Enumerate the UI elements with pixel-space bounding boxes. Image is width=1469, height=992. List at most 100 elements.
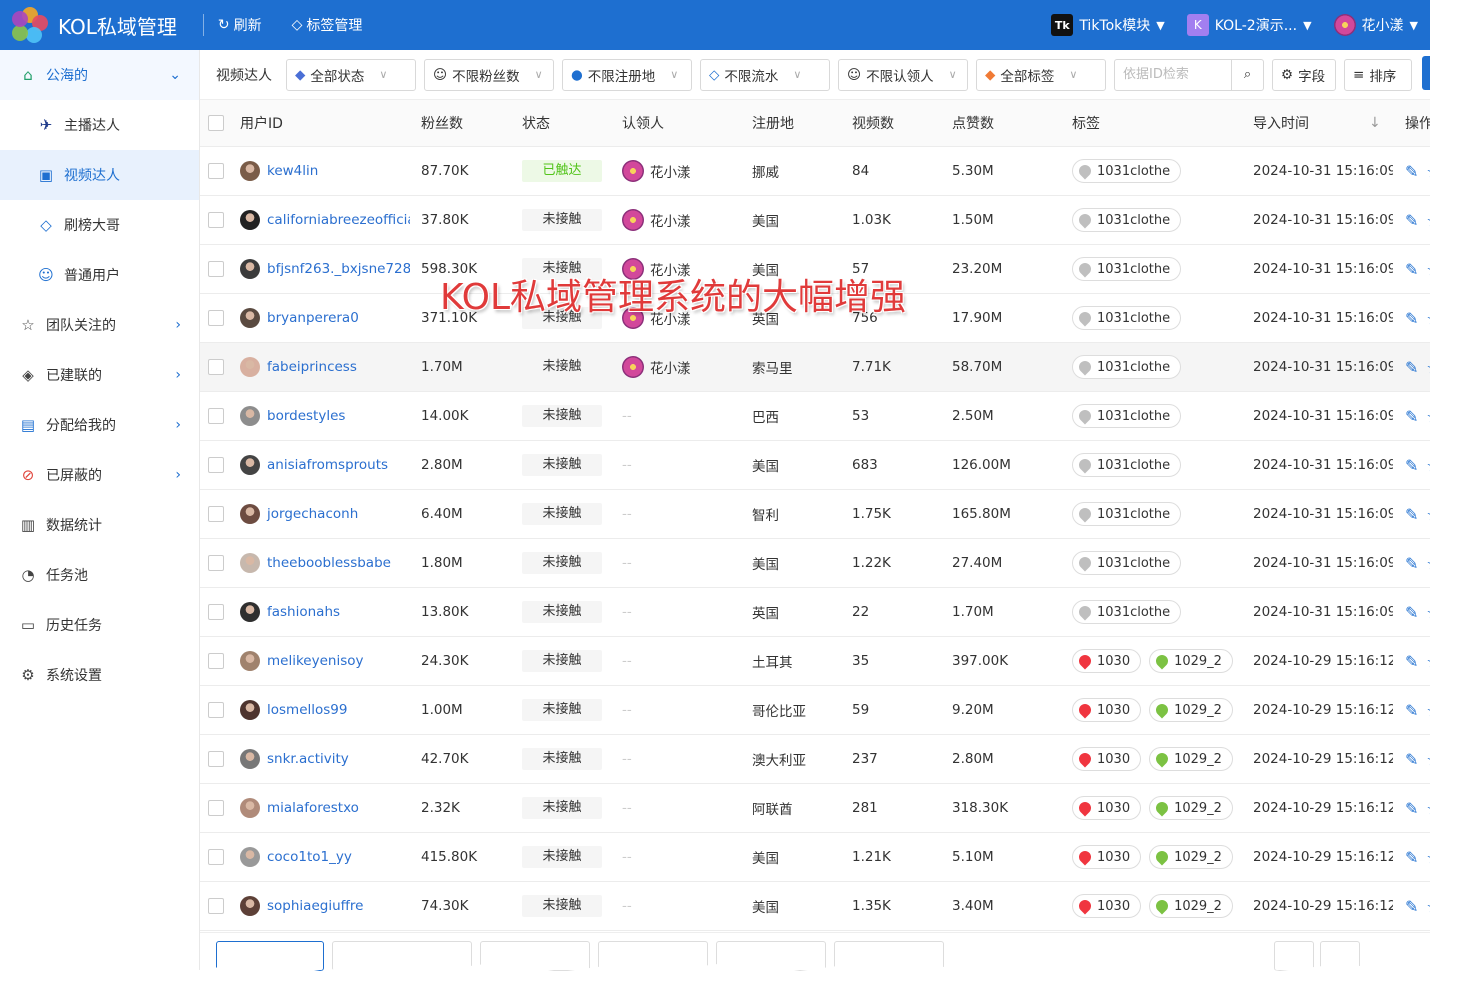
sidebar-item-blocked[interactable]: ⊘ 已屏蔽的 › — [0, 450, 199, 500]
table-row[interactable]: melikeyenisoy 24.30K 未接触 -- 土耳其 35 397.00K 1030… — [200, 637, 1441, 686]
col-tags[interactable]: 标签 — [1072, 113, 1247, 133]
tags-filter[interactable]: ◆ 全部标签 ∨ — [976, 58, 1106, 91]
col-status[interactable]: 状态 — [522, 113, 602, 133]
sidebar-item-history-tasks[interactable]: ▭ 历史任务 — [0, 600, 199, 650]
table-row[interactable]: californiabreezeofficial 37.80K 未接触 花小漾 美国 1.… — [200, 196, 1441, 245]
tag-chip[interactable]: 1030 — [1072, 649, 1142, 673]
tag-chip[interactable]: 1030 — [1072, 894, 1142, 918]
table-row[interactable]: snkr.activity 42.70K 未接触 -- 澳大利亚 237 2.80M 1030… — [200, 735, 1441, 784]
tag-chip[interactable]: 1031clothe — [1072, 355, 1182, 379]
col-videos[interactable]: 视频数 — [852, 113, 942, 133]
row-checkbox[interactable] — [208, 751, 224, 767]
table-row[interactable]: bordestyles 14.00K 未接触 -- 巴西 53 2.50M 1031cloth… — [200, 392, 1441, 441]
user-id-link[interactable]: theebooblessbabe — [240, 553, 410, 573]
user-id-link[interactable]: anisiafromsprouts — [240, 455, 410, 475]
table-row[interactable]: losmellos99 1.00M 未接触 -- 哥伦比亚 59 9.20M 1030 1029… — [200, 686, 1441, 735]
edit-icon[interactable]: ✎ — [1405, 603, 1418, 622]
edit-icon[interactable]: ✎ — [1405, 750, 1418, 769]
row-checkbox[interactable] — [208, 163, 224, 179]
tag-chip[interactable]: 1029_2 — [1149, 698, 1233, 722]
row-checkbox[interactable] — [208, 702, 224, 718]
tag-chip[interactable]: 1031clothe — [1072, 453, 1182, 477]
user-id-link[interactable]: fabeiprincess — [240, 357, 410, 377]
table-row[interactable]: sophiaegiuffre 74.30K 未接触 -- 美国 1.35K 3.40M 103… — [200, 882, 1441, 931]
row-checkbox[interactable] — [208, 408, 224, 424]
table-row[interactable]: mialaforestxo 2.32K 未接触 -- 阿联酋 281 318.30K 1030… — [200, 784, 1441, 833]
user-id-link[interactable]: bfjsnf263._bxjsne728... — [240, 259, 410, 279]
sidebar-item-statistics[interactable]: ▥ 数据统计 — [0, 500, 199, 550]
sidebar-item-top-gifters[interactable]: ◇ 刷榜大哥 — [0, 200, 199, 250]
tag-chip[interactable]: 1031clothe — [1072, 551, 1182, 575]
user-menu[interactable]: 花小漾 ▼ — [1333, 14, 1418, 36]
tag-chip[interactable]: 1030 — [1072, 796, 1142, 820]
user-id-link[interactable]: fashionahs — [240, 602, 410, 622]
tag-chip[interactable]: 1031clothe — [1072, 257, 1182, 281]
user-id-link[interactable]: kew4lin — [240, 161, 410, 181]
user-id-link[interactable]: bryanperera0 — [240, 308, 410, 328]
user-id-link[interactable]: coco1to1_yy — [240, 847, 410, 867]
flow-filter[interactable]: ◇ 不限流水 ∨ — [700, 58, 830, 91]
fans-filter[interactable]: ☺ 不限粉丝数 ∨ — [424, 58, 554, 91]
row-checkbox[interactable] — [208, 653, 224, 669]
row-checkbox[interactable] — [208, 359, 224, 375]
row-checkbox[interactable] — [208, 800, 224, 816]
sidebar-item-public-sea[interactable]: ⌂ 公海的 ⌄ — [0, 50, 199, 100]
tag-chip[interactable]: 1030 — [1072, 698, 1142, 722]
row-checkbox[interactable] — [208, 261, 224, 277]
row-checkbox[interactable] — [208, 604, 224, 620]
table-row[interactable]: anisiafromsprouts 2.80M 未接触 -- 美国 683 126.00M 1… — [200, 441, 1441, 490]
sort-button[interactable]: ≡ 排序 — [1344, 58, 1412, 91]
tag-chip[interactable]: 1030 — [1072, 845, 1142, 869]
edit-icon[interactable]: ✎ — [1405, 260, 1418, 279]
owner-filter[interactable]: ☺ 不限认领人 ∨ — [838, 58, 968, 91]
user-id-link[interactable]: bordestyles — [240, 406, 410, 426]
table-row[interactable]: kew4lin 87.70K 已触达 花小漾 挪威 84 5.30M 1031clothe 20… — [200, 147, 1441, 196]
edit-icon[interactable]: ✎ — [1405, 505, 1418, 524]
tag-chip[interactable]: 1029_2 — [1149, 894, 1233, 918]
sidebar-item-team-followed[interactable]: ☆ 团队关注的 › — [0, 300, 199, 350]
tag-chip[interactable]: 1031clothe — [1072, 159, 1182, 183]
edit-icon[interactable]: ✎ — [1405, 309, 1418, 328]
edit-icon[interactable]: ✎ — [1405, 701, 1418, 720]
user-id-link[interactable]: melikeyenisoy — [240, 651, 410, 671]
table-row[interactable]: coco1to1_yy 415.80K 未接触 -- 美国 1.21K 5.10M 1030 1… — [200, 833, 1441, 882]
edit-icon[interactable]: ✎ — [1405, 897, 1418, 916]
sidebar-item-assigned-to-me[interactable]: ▤ 分配给我的 › — [0, 400, 199, 450]
sidebar-item-settings[interactable]: ⚙ 系统设置 — [0, 650, 199, 700]
row-checkbox[interactable] — [208, 898, 224, 914]
tag-chip[interactable]: 1031clothe — [1072, 600, 1182, 624]
tag-chip[interactable]: 1031clothe — [1072, 208, 1182, 232]
tag-chip[interactable]: 1031clothe — [1072, 404, 1182, 428]
user-id-link[interactable]: sophiaegiuffre — [240, 896, 410, 916]
edit-icon[interactable]: ✎ — [1405, 799, 1418, 818]
col-uid[interactable]: 用户ID — [240, 113, 410, 133]
tiktok-module-menu[interactable]: Tk TikTok模块 ▼ — [1051, 14, 1165, 36]
user-id-link[interactable]: jorgechaconh — [240, 504, 410, 524]
user-id-link[interactable]: mialaforestxo — [240, 798, 410, 818]
tag-chip[interactable]: 1029_2 — [1149, 845, 1233, 869]
edit-icon[interactable]: ✎ — [1405, 554, 1418, 573]
select-all-checkbox[interactable] — [208, 115, 224, 131]
sidebar-item-connected[interactable]: ◈ 已建联的 › — [0, 350, 199, 400]
tag-chip[interactable]: 1030 — [1072, 747, 1142, 771]
row-checkbox[interactable] — [208, 212, 224, 228]
edit-icon[interactable]: ✎ — [1405, 652, 1418, 671]
fields-button[interactable]: ⚙ 字段 — [1272, 58, 1336, 91]
col-region[interactable]: 注册地 — [752, 113, 842, 133]
tag-chip[interactable]: 1031clothe — [1072, 502, 1182, 526]
edit-icon[interactable]: ✎ — [1405, 848, 1418, 867]
edit-icon[interactable]: ✎ — [1405, 456, 1418, 475]
search-button[interactable]: ⌕ — [1232, 58, 1264, 91]
row-checkbox[interactable] — [208, 457, 224, 473]
user-id-link[interactable]: californiabreezeofficial — [240, 210, 410, 230]
table-row[interactable]: fabeiprincess 1.70M 未接触 花小漾 索马里 7.71K 58.70M 10… — [200, 343, 1441, 392]
col-fans[interactable]: 粉丝数 — [421, 113, 511, 133]
edit-icon[interactable]: ✎ — [1405, 358, 1418, 377]
workspace-menu[interactable]: K KOL-2演示... ▼ — [1186, 14, 1312, 36]
table-row[interactable]: theebooblessbabe 1.80M 未接触 -- 美国 1.22K 27.40M 1… — [200, 539, 1441, 588]
refresh-button[interactable]: ↻ 刷新 — [218, 15, 262, 35]
user-id-link[interactable]: snkr.activity — [240, 749, 410, 769]
edit-icon[interactable]: ✎ — [1405, 407, 1418, 426]
row-checkbox[interactable] — [208, 310, 224, 326]
col-import-time[interactable]: 导入时间 ↓ — [1253, 113, 1393, 133]
